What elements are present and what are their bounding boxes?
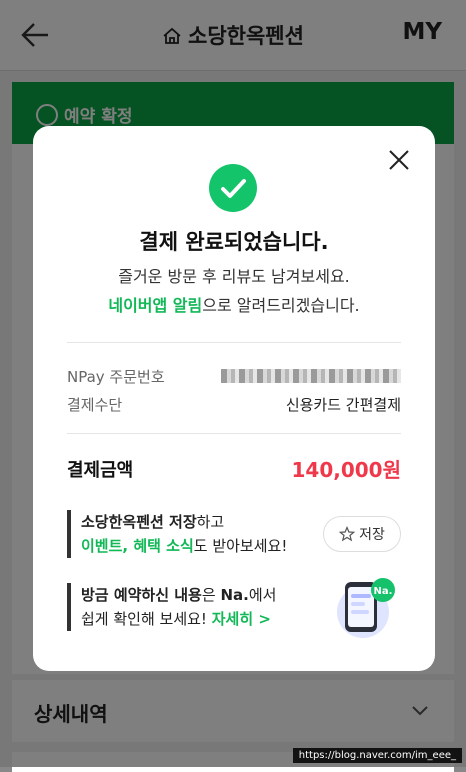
phone-app-illustration-icon: Na. — [337, 578, 395, 638]
watermark: https://blog.naver.com/im_eee_ — [292, 748, 462, 763]
payment-method-row: 결제수단 신용카드 간편결제 — [67, 394, 401, 415]
modal-subtext-1: 즐거운 방문 후 리뷰도 남겨보세요. — [118, 267, 350, 286]
payment-method-label: 결제수단 — [67, 396, 123, 414]
payment-method-value: 신용카드 간편결제 — [285, 396, 401, 414]
order-number-row: NPay 주문번호 — [67, 366, 401, 387]
naver-app-promo: 방금 예약하신 내용은 Na.에서 쉽게 확인해 보세요! 자세히 > — [67, 583, 276, 631]
order-number-redacted — [221, 369, 401, 383]
modal-subtext-2: 네이버앱 알림으로 알려드리겠습니다. — [108, 296, 360, 315]
app-notice-highlight: 네이버앱 알림 — [108, 296, 203, 315]
save-label: 저장 — [359, 527, 385, 543]
save-promo: 소당한옥펜션 저장하고 이벤트, 혜택 소식도 받아보세요! — [67, 510, 287, 558]
success-check-icon — [209, 164, 257, 212]
amount-row: 결제금액 140,000원 — [67, 456, 401, 482]
payment-complete-modal: 결제 완료되었습니다. 즐거운 방문 후 리뷰도 남겨보세요. 네이버앱 알림으… — [33, 126, 435, 671]
details-link[interactable]: 자세히 > — [212, 610, 271, 628]
close-icon[interactable] — [387, 148, 411, 172]
amount-value: 140,000원 — [291, 458, 402, 482]
modal-heading: 결제 완료되었습니다. — [139, 230, 329, 254]
divider — [67, 433, 401, 434]
order-number-label: NPay 주문번호 — [67, 368, 165, 386]
amount-label: 결제금액 — [67, 460, 134, 481]
svg-text:Na.: Na. — [374, 586, 393, 597]
divider — [67, 342, 401, 343]
star-icon — [339, 526, 356, 542]
save-button[interactable]: 저장 — [323, 516, 401, 552]
